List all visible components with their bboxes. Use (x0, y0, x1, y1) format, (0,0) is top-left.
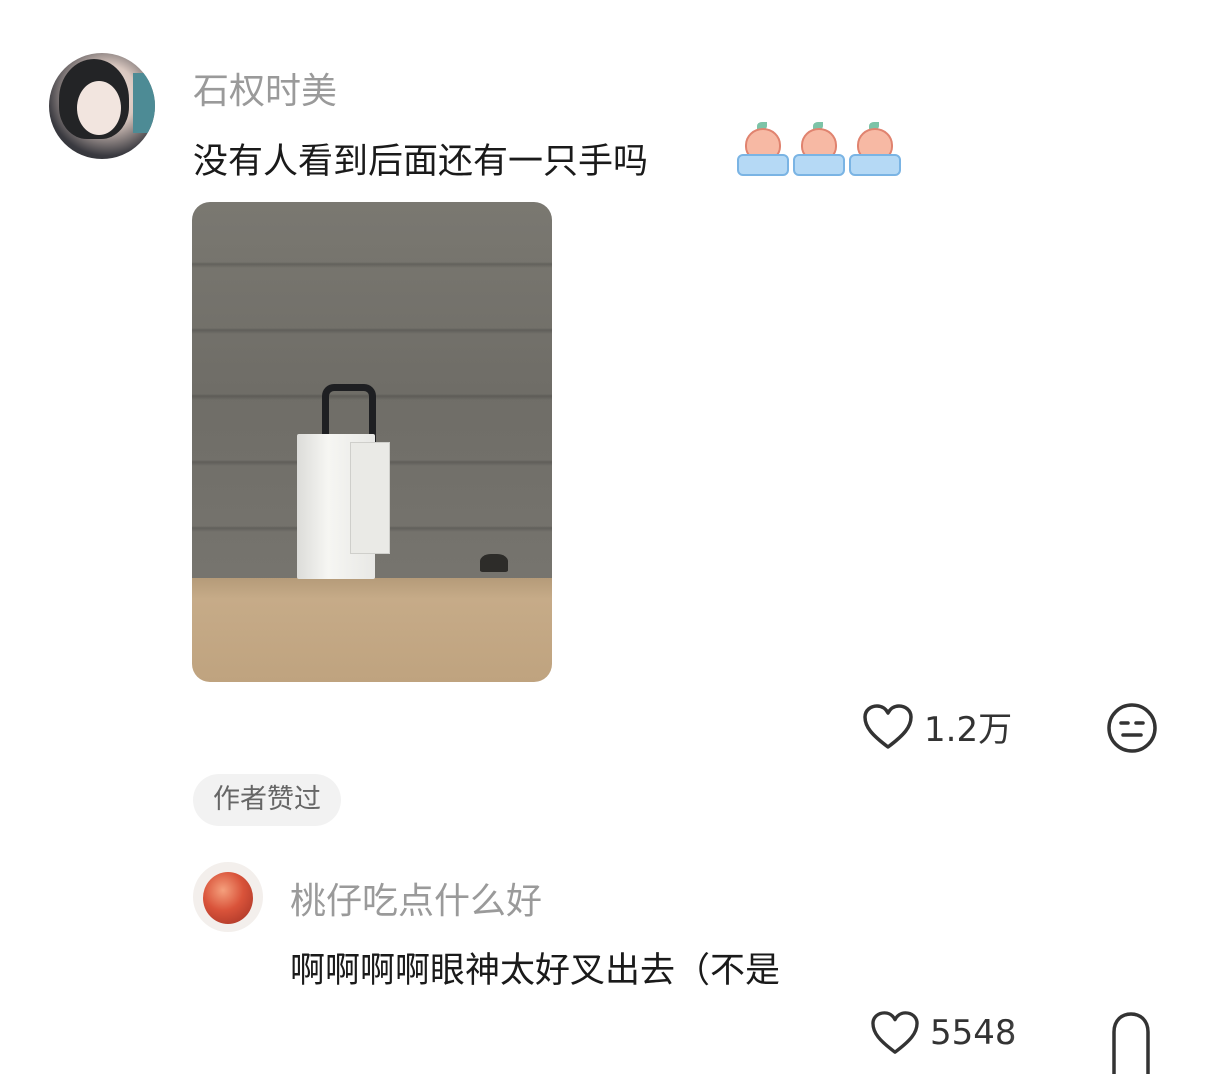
crying-peach-sticker (735, 120, 789, 176)
reply-like-count: 5548 (930, 1013, 1017, 1053)
photo-ledge (192, 578, 552, 682)
comment-like-button[interactable]: 1.2万 (862, 702, 1012, 751)
comment-like-count: 1.2万 (924, 710, 1013, 750)
hidden-hand (480, 554, 508, 572)
expressionless-face-icon[interactable] (1106, 702, 1158, 754)
bag-receipt (350, 442, 390, 554)
avatar-background (133, 73, 155, 133)
commenter-avatar[interactable] (49, 53, 155, 159)
crying-peach-sticker (791, 120, 845, 176)
reply-text: 啊啊啊啊眼神太好叉出去（不是 (290, 951, 781, 991)
sticker-row (735, 120, 901, 176)
reply-like-button[interactable]: 5548 (870, 1010, 1017, 1056)
avatar-face (77, 81, 121, 135)
comment-text: 没有人看到后面还有一只手吗 (193, 142, 649, 182)
author-liked-badge: 作者赞过 (193, 774, 341, 826)
heart-outline-icon (870, 1010, 920, 1056)
comment-photo[interactable] (192, 202, 552, 682)
fade-overlay (1010, 1010, 1090, 1066)
reply-username[interactable]: 桃仔吃点什么好 (290, 872, 542, 924)
partial-icon (1110, 1010, 1152, 1074)
reply-avatar[interactable] (193, 862, 263, 932)
commenter-username[interactable]: 石权时美 (193, 62, 337, 114)
crying-peach-sticker (847, 120, 901, 176)
heart-outline-icon (862, 703, 914, 751)
peach-image (203, 872, 253, 924)
